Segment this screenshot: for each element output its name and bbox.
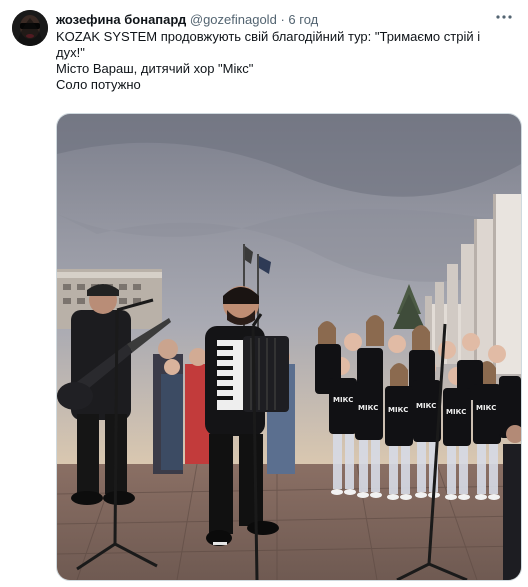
shirt-text: МІКС: [333, 396, 353, 404]
shirt-text: МІКС: [388, 406, 408, 414]
separator-dot: ·: [280, 12, 285, 27]
tweet-text-line: Соло потужно: [56, 77, 141, 92]
shirt-text: МІКС: [358, 404, 378, 412]
media-video[interactable]: МІКС МІКС МІКС МІКС МІКС МІКС: [56, 113, 522, 581]
tweet[interactable]: жозефина бонапард @gozefinagold · 6 год …: [0, 0, 528, 587]
tweet-header: жозефина бонапард @gozefinagold · 6 год: [56, 11, 488, 28]
author-name[interactable]: жозефина бонапард: [56, 12, 186, 27]
shirt-text: МІКС: [476, 404, 496, 412]
shirt-text: МІКС: [446, 408, 466, 416]
tweet-text-line: Місто Вараш, дитячий хор "Мікс": [56, 61, 254, 76]
tweet-text: KOZAK SYSTEM продовжують свій благодійни…: [56, 29, 506, 93]
avatar[interactable]: [12, 10, 48, 46]
timestamp[interactable]: 6 год: [288, 12, 318, 27]
more-horizontal-icon[interactable]: [494, 9, 514, 25]
tweet-text-line: KOZAK SYSTEM продовжують свій благодійни…: [56, 29, 481, 60]
author-handle[interactable]: @gozefinagold: [190, 12, 277, 27]
shirt-text: МІКС: [416, 402, 436, 410]
